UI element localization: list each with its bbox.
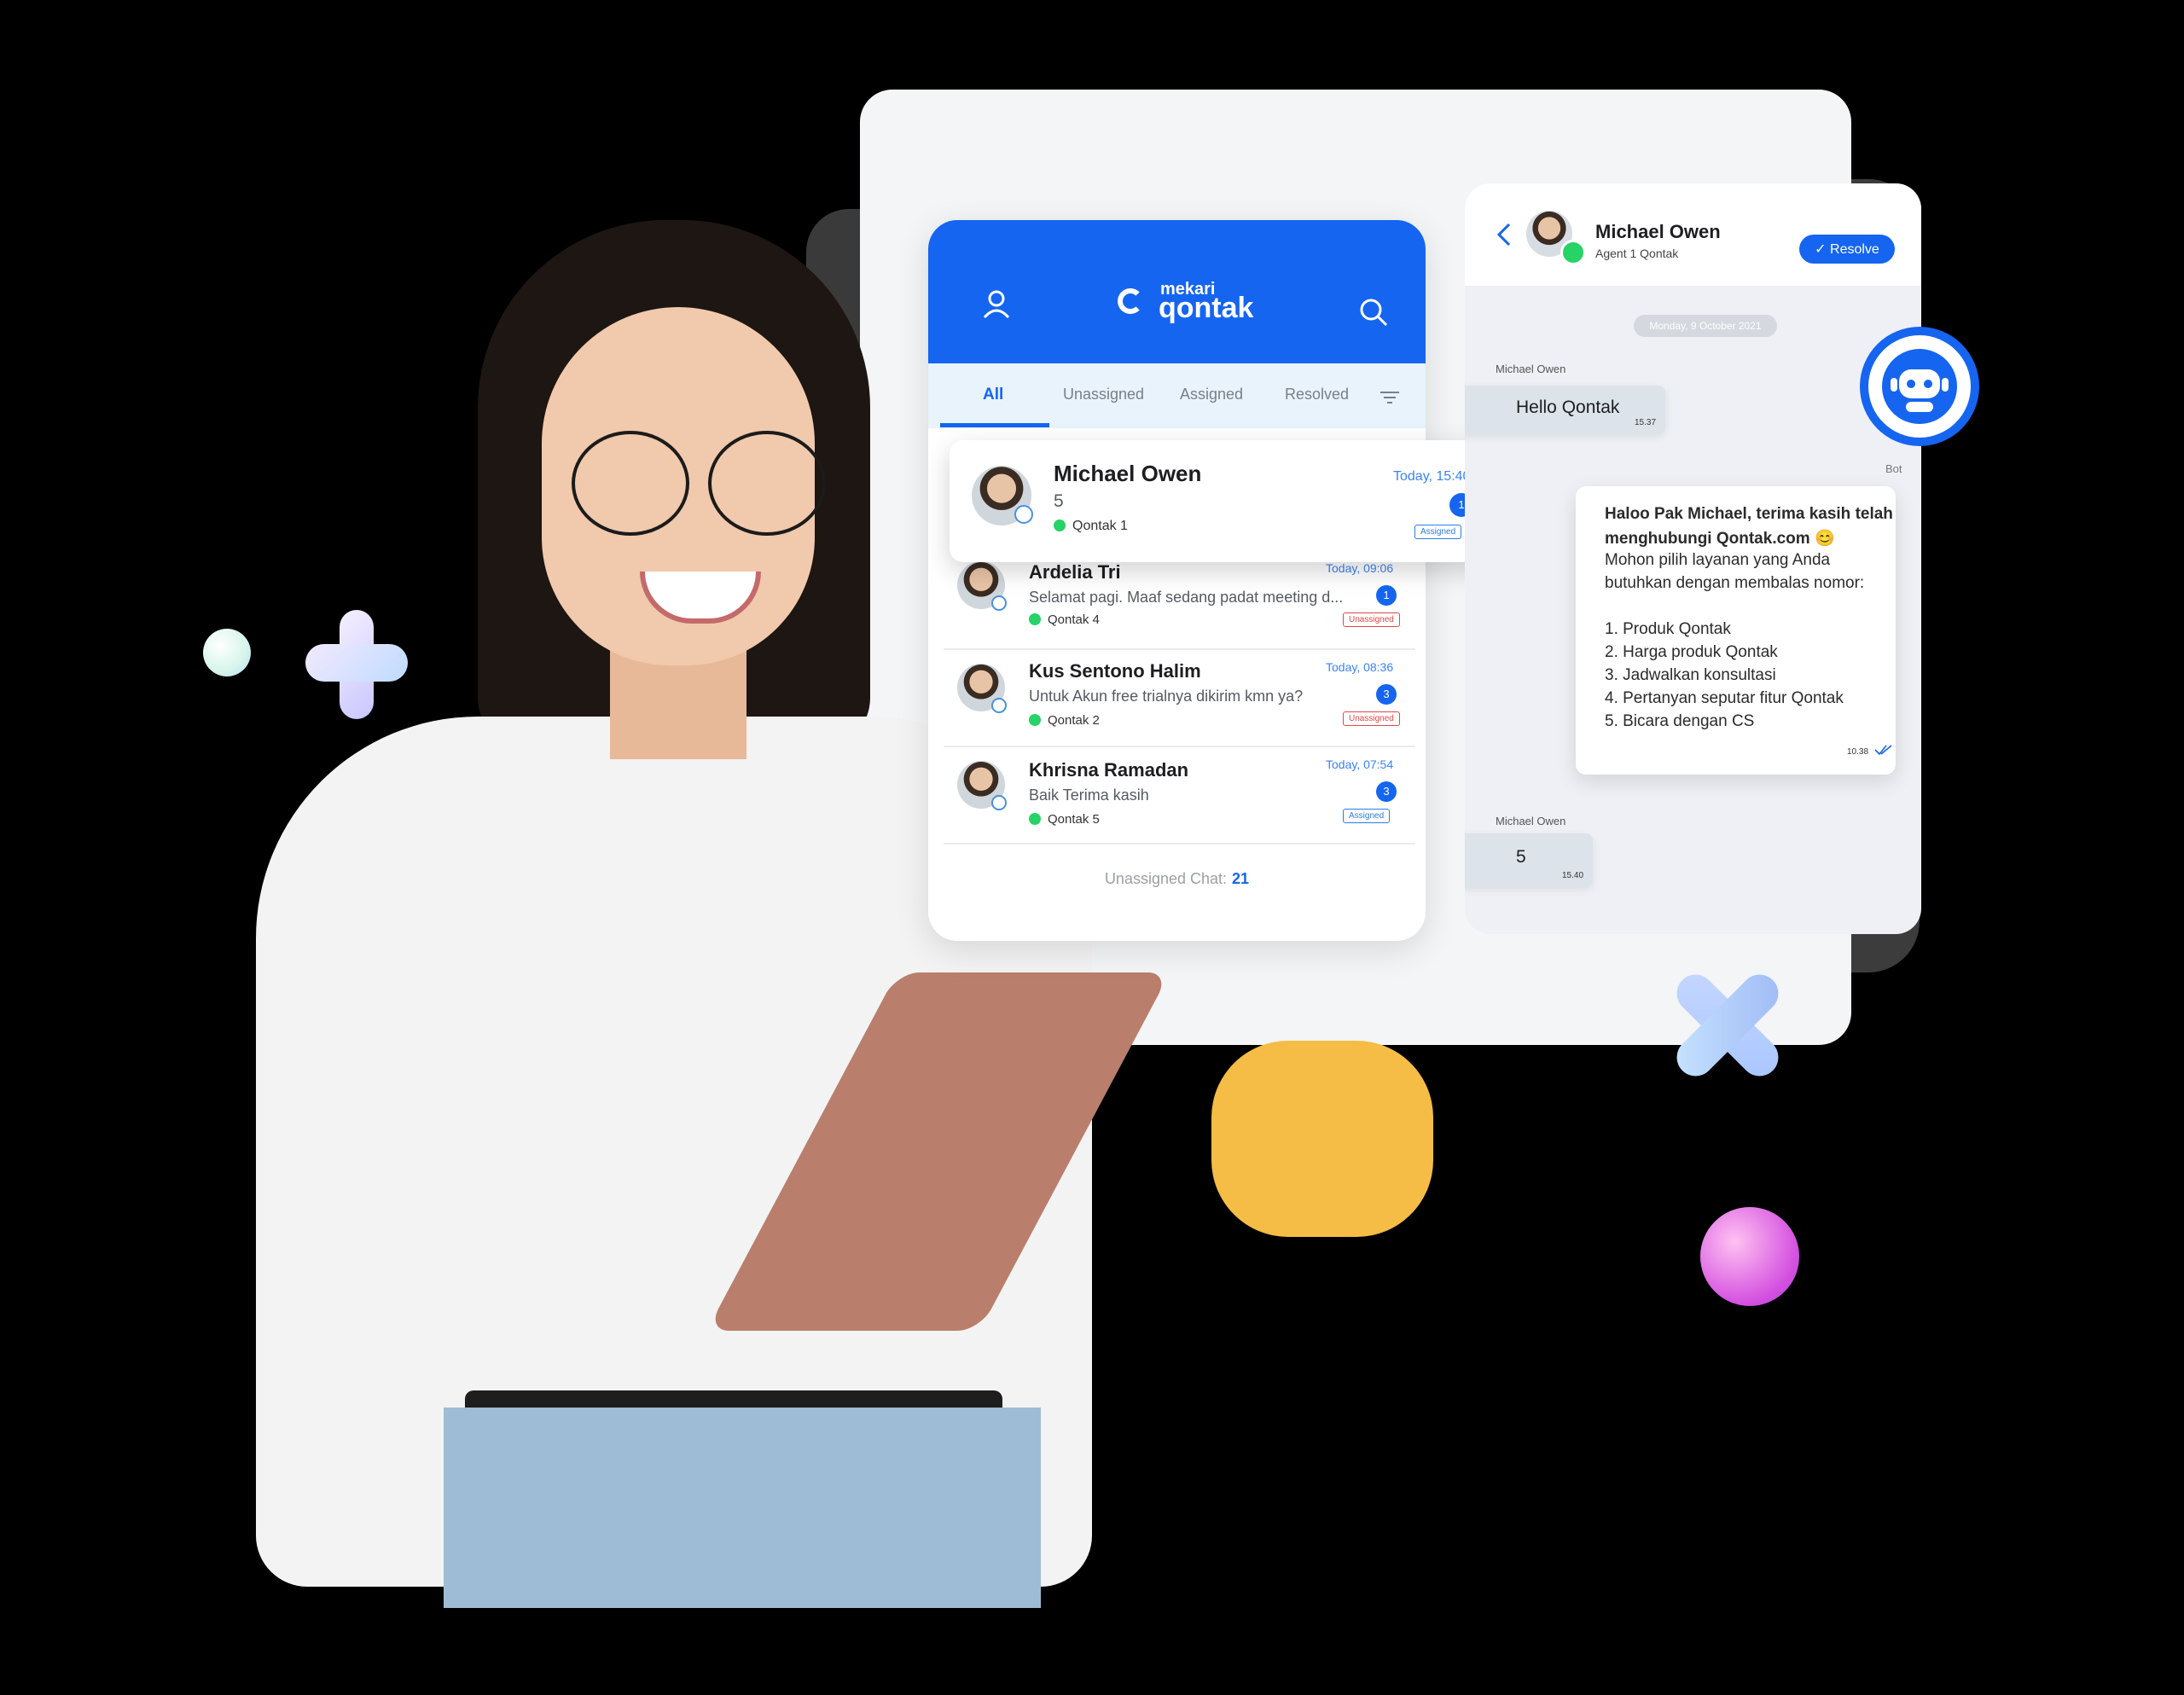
decor-plus-horizontal (305, 644, 408, 682)
tab-all[interactable]: All (983, 386, 1003, 404)
bot-icon (1860, 327, 1979, 446)
last-message: Untuk Akun free trialnya dikirim kmn ya? (1029, 688, 1304, 705)
person-jeans (444, 1408, 1041, 1608)
list-header: mekari qontak (928, 220, 1426, 374)
message-bubble-bot: Haloo Pak Michael, terima kasih telah me… (1576, 486, 1896, 775)
timestamp: Today, 09:06 (1326, 561, 1394, 575)
message-line: 4. Pertanyan seputar fitur Qontak (1605, 689, 1844, 707)
message-time: 10.38 (1847, 747, 1869, 757)
channel: Qontak 1 (1054, 519, 1128, 534)
person-glasses-left (572, 431, 689, 536)
unassigned-count: 21 (1232, 870, 1250, 887)
message-line: 5. Bicara dengan CS (1605, 712, 1755, 730)
status-badge: Unassigned (1343, 711, 1400, 726)
resolve-button[interactable]: ✓ Resolve (1799, 235, 1895, 264)
status-badge: Assigned (1343, 809, 1391, 823)
robot-face-icon (1891, 369, 1949, 412)
list-item[interactable]: Khrisna Ramadan Baik Terima kasih Qontak… (928, 749, 1426, 845)
filter-icon[interactable] (1380, 391, 1399, 404)
whatsapp-icon (1029, 714, 1041, 726)
user-icon[interactable] (979, 287, 1014, 321)
chat-panel: Michael Owen Agent 1 Qontak ✓ Resolve Mo… (1465, 183, 1921, 934)
whatsapp-icon (1054, 520, 1066, 531)
search-icon[interactable] (1356, 295, 1391, 329)
unread-badge: 3 (1376, 781, 1397, 802)
message-text: Hello Qontak (1516, 398, 1620, 417)
bot-icon-core (1882, 349, 1957, 424)
contact-name: Khrisna Ramadan (1029, 759, 1189, 781)
tab-assigned[interactable]: Assigned (1180, 386, 1243, 403)
divider (944, 746, 1415, 747)
unassigned-chat-count: Unassigned Chat: 21 (928, 870, 1426, 888)
decor-sphere-small (203, 629, 251, 676)
message-line: menghubungi Qontak.com 😊 (1605, 530, 1835, 548)
message-line: Haloo Pak Michael, terima kasih telah (1605, 505, 1893, 523)
tab-resolved[interactable]: Resolved (1285, 386, 1349, 403)
unread-badge: 1 (1376, 585, 1397, 606)
chat-agent-label: Agent 1 Qontak (1595, 247, 1679, 260)
message-time: 15.37 (1635, 418, 1657, 427)
whatsapp-icon (1029, 613, 1041, 625)
double-check-icon (1874, 745, 1892, 756)
contact-name: Michael Owen (1054, 461, 1202, 486)
list-item[interactable]: Ardelia Tri Selamat pagi. Maaf sedang pa… (928, 554, 1426, 650)
active-tab-indicator (940, 423, 1049, 427)
whatsapp-icon (1029, 813, 1041, 825)
chat-contact-name: Michael Owen (1595, 221, 1721, 242)
message-time: 15.40 (1562, 871, 1584, 880)
message-line: Mohon pilih layanan yang Anda (1605, 551, 1831, 569)
person-glasses-right (708, 431, 826, 536)
clock-icon (991, 595, 1007, 611)
message-line: 3. Jadwalkan konsultasi (1605, 666, 1776, 684)
timestamp: Today, 08:36 (1326, 660, 1394, 674)
clock-icon (1014, 505, 1033, 524)
last-message: 5 (1054, 491, 1064, 511)
message-bubble-incoming: 5 15.40 (1465, 833, 1593, 886)
status-badge: Unassigned (1343, 612, 1400, 627)
back-icon[interactable] (1496, 223, 1513, 247)
channel: Qontak 4 (1029, 612, 1100, 627)
list-item[interactable]: Kus Sentono Halim Untuk Akun free trialn… (928, 652, 1426, 747)
status-badge: Assigned (1414, 525, 1462, 539)
decor-sphere-magenta (1700, 1207, 1799, 1306)
last-message: Baik Terima kasih (1029, 787, 1149, 804)
message-line: 2. Harga produk Qontak (1605, 643, 1778, 661)
contact-name: Ardelia Tri (1029, 561, 1121, 583)
conversation-tabs: All Unassigned Assigned Resolved (928, 363, 1426, 428)
bot-label: Bot (1885, 462, 1902, 475)
sender-label: Michael Owen (1496, 363, 1566, 375)
bot-icon-ring (1868, 335, 1971, 438)
unassigned-label: Unassigned Chat: (1104, 870, 1228, 887)
date-chip: Monday, 9 October 2021 (1634, 315, 1777, 337)
divider (944, 843, 1415, 845)
clock-icon (991, 795, 1007, 810)
selected-conversation-card[interactable]: Michael Owen 5 Qontak 1 Today, 15:40 1 A… (950, 440, 1497, 562)
last-message: Selamat pagi. Maaf sedang padat meeting … (1029, 589, 1344, 606)
message-line: butuhkan dengan membalas nomor: (1605, 574, 1865, 592)
message-line: 1. Produk Qontak (1605, 620, 1731, 638)
divider (944, 648, 1415, 650)
logo-mark-icon (1118, 288, 1143, 314)
check-icon: ✓ (1815, 242, 1831, 257)
handshake-emoji (1211, 1041, 1433, 1237)
whatsapp-icon (1560, 240, 1586, 265)
resolve-label: Resolve (1830, 242, 1879, 257)
contact-name: Kus Sentono Halim (1029, 660, 1201, 682)
conversation-list-panel: mekari qontak All Unassigned Assigned Re… (928, 220, 1426, 941)
unread-badge: 3 (1376, 684, 1397, 705)
channel: Qontak 5 (1029, 812, 1100, 827)
message-text: 5 (1516, 847, 1526, 867)
brand-main: qontak (1159, 292, 1254, 324)
clock-icon (991, 698, 1007, 713)
timestamp: Today, 15:40 (1393, 469, 1471, 484)
message-bubble-incoming: Hello Qontak 15.37 (1465, 386, 1665, 433)
tab-unassigned[interactable]: Unassigned (1063, 386, 1144, 403)
channel: Qontak 2 (1029, 713, 1100, 728)
sender-label: Michael Owen (1496, 815, 1566, 827)
chat-header: Michael Owen Agent 1 Qontak ✓ Resolve (1465, 183, 1921, 286)
timestamp: Today, 07:54 (1326, 758, 1394, 771)
